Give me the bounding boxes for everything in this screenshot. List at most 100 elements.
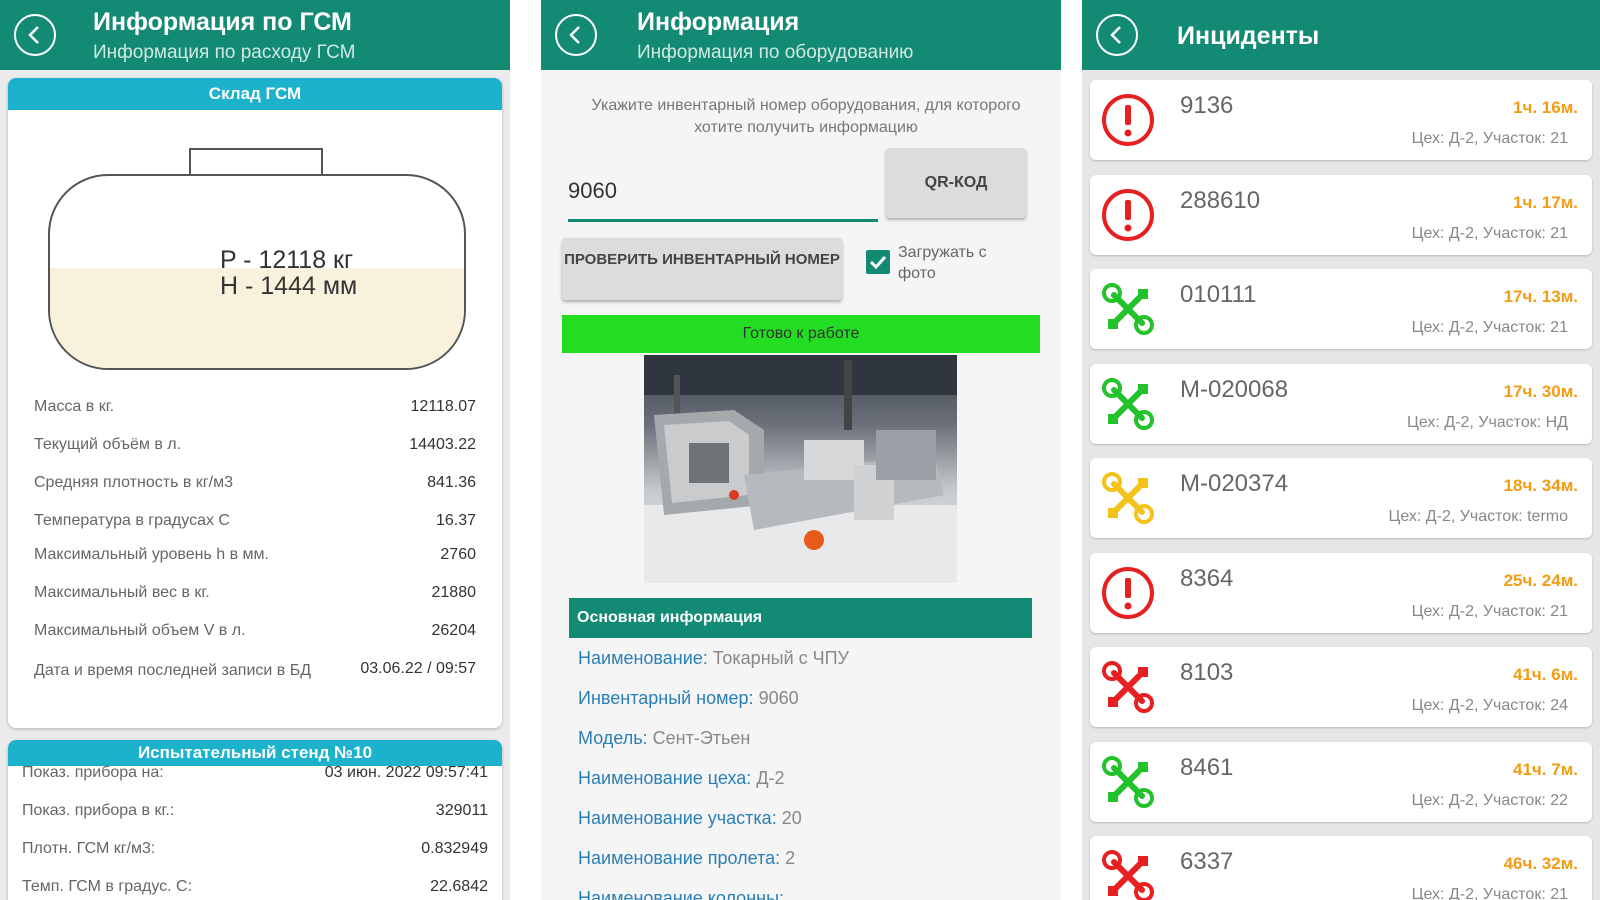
incident-time: 17ч. 30м. bbox=[1503, 381, 1578, 401]
tools-icon bbox=[1102, 661, 1154, 713]
stand-header: Испытательный стенд №10 bbox=[8, 740, 502, 766]
incident-number: 010111 bbox=[1180, 281, 1257, 308]
incident-location: Цех: Д-2, Участок: 21 bbox=[1411, 886, 1568, 900]
row-value: 0.832949 bbox=[421, 840, 488, 857]
row-value: 03.06.22 / 09:57 bbox=[360, 660, 476, 677]
info-row: Наименование пролета: 2 bbox=[578, 848, 795, 869]
incident-card[interactable]: 288610 1ч. 17м. Цех: Д-2, Участок: 21 bbox=[1090, 174, 1592, 255]
info-row: Наименование колонны: bbox=[578, 888, 784, 900]
check-inventory-button[interactable]: ПРОВЕРИТЬ ИНВЕНТАРНЫЙ НОМЕР bbox=[562, 238, 842, 300]
tools-icon bbox=[1102, 283, 1154, 335]
page-title: Информация bbox=[637, 8, 800, 36]
incident-number: М-020374 bbox=[1180, 470, 1289, 497]
row-value: 2760 bbox=[440, 546, 476, 563]
incident-card[interactable]: 8103 41ч. 6м. Цех: Д-2, Участок: 24 bbox=[1090, 647, 1592, 727]
incident-time: 1ч. 17м. bbox=[1513, 192, 1578, 212]
equipment-screen: Информация Информация по оборудованию Ук… bbox=[541, 0, 1061, 900]
incident-card[interactable]: 8364 25ч. 24м. Цех: Д-2, Участок: 21 bbox=[1090, 552, 1592, 633]
row-value: 12118.07 bbox=[410, 398, 476, 415]
incident-time: 41ч. 7м. bbox=[1513, 759, 1578, 779]
info-key: Наименование: bbox=[578, 648, 708, 668]
info-row: Инвентарный номер: 9060 bbox=[578, 688, 799, 709]
storage-header: Склад ГСМ bbox=[8, 78, 502, 110]
info-key: Наименование пролета: bbox=[578, 848, 781, 868]
incident-location: Цех: Д-2, Участок: 24 bbox=[1411, 697, 1568, 714]
row-value: 16.37 bbox=[435, 512, 476, 529]
page-title: Информация по ГСМ bbox=[93, 8, 352, 36]
tools-icon bbox=[1102, 755, 1154, 808]
qr-code-button[interactable]: QR-КОД bbox=[886, 148, 1026, 218]
incident-card[interactable]: 9136 1ч. 16м. Цех: Д-2, Участок: 21 bbox=[1090, 80, 1592, 160]
incident-location: Цех: Д-2, Участок: 21 bbox=[1411, 224, 1568, 242]
incident-card[interactable]: 8461 41ч. 7м. Цех: Д-2, Участок: 22 bbox=[1090, 741, 1592, 822]
incident-number: 8103 bbox=[1180, 659, 1234, 686]
storage-card: Склад ГСМ P - 12118 кг H - 1444 мм Масса… bbox=[8, 78, 502, 728]
incident-time: 25ч. 24м. bbox=[1503, 570, 1578, 590]
chevron-left-icon bbox=[28, 26, 39, 44]
tools-icon bbox=[1102, 850, 1154, 900]
info-key: Модель: bbox=[578, 728, 648, 748]
incident-location: Цех: Д-2, Участок: 21 bbox=[1411, 319, 1568, 336]
row-label: Средняя плотность в кг/м3 bbox=[34, 474, 233, 491]
row-value: 21880 bbox=[431, 584, 477, 601]
alert-icon bbox=[1102, 188, 1154, 241]
photo-checkbox-label: Загружать с фото bbox=[898, 244, 987, 282]
info-header: Основная информация bbox=[569, 598, 1032, 638]
incident-number: 8364 bbox=[1180, 564, 1234, 592]
incident-location: Цех: Д-2, Участок: НД bbox=[1407, 413, 1568, 431]
page-title: Инциденты bbox=[1177, 22, 1320, 50]
info-value: Токарный с ЧПУ bbox=[712, 648, 849, 668]
info-row: Модель: Сент-Этьен bbox=[578, 728, 750, 749]
page-subtitle: Информация по оборудованию bbox=[637, 42, 914, 63]
tank-neck bbox=[189, 148, 323, 176]
row-label: Темп. ГСМ в градус. С: bbox=[22, 878, 193, 895]
chevron-left-icon bbox=[1110, 26, 1121, 44]
row-value: 22.6842 bbox=[430, 878, 488, 895]
row-label: Показ. прибора в кг.: bbox=[22, 802, 175, 819]
row-label: Плотн. ГСМ кг/м3: bbox=[22, 840, 156, 857]
incident-card[interactable]: 6337 46ч. 32м. Цех: Д-2, Участок: 21 bbox=[1090, 836, 1592, 900]
tank-level: H - 1444 мм bbox=[220, 272, 358, 300]
app-bar: Инциденты bbox=[1082, 0, 1600, 70]
row-label: Дата и время последней записи в БД bbox=[34, 662, 312, 679]
page-subtitle: Информация по расходу ГСМ bbox=[93, 42, 356, 63]
tank-gauge: P - 12118 кг H - 1444 мм bbox=[48, 174, 466, 370]
back-button[interactable] bbox=[555, 14, 597, 56]
row-label: Максимальный вес в кг. bbox=[34, 584, 210, 601]
inventory-input[interactable]: 9060 bbox=[568, 172, 878, 222]
info-row: Наименование цеха: Д-2 bbox=[578, 768, 785, 789]
back-button[interactable] bbox=[1096, 14, 1138, 56]
info-value: 20 bbox=[781, 808, 802, 828]
equipment-photo bbox=[644, 355, 957, 583]
photo-checkbox[interactable] bbox=[866, 250, 890, 274]
hint-text: Укажите инвентарный номер оборудования, … bbox=[591, 97, 1021, 136]
incident-location: Цех: Д-2, Участок: 22 bbox=[1411, 791, 1568, 809]
row-value: 03 июн. 2022 09:57:41 bbox=[324, 764, 488, 781]
info-key: Наименование колонны: bbox=[578, 888, 785, 900]
incident-number: 288610 bbox=[1180, 186, 1261, 214]
incident-card[interactable]: М-020068 17ч. 30м. Цех: Д-2, Участок: НД bbox=[1090, 363, 1592, 444]
incident-location: Цех: Д-2, Участок: 21 bbox=[1411, 130, 1568, 147]
tank-mass: P - 12118 кг bbox=[220, 246, 354, 274]
incident-number: 6337 bbox=[1180, 848, 1234, 875]
fuel-screen: Информация по ГСМ Информация по расходу … bbox=[0, 0, 510, 900]
info-key: Наименование участка: bbox=[578, 808, 777, 828]
row-value: 26204 bbox=[431, 622, 477, 639]
info-key: Наименование цеха: bbox=[578, 768, 752, 788]
info-row: Наименование: Токарный с ЧПУ bbox=[578, 648, 849, 669]
incidents-screen: Инциденты 9136 1ч. 16м. Цех: Д-2, Участок:… bbox=[1082, 0, 1600, 900]
app-bar: Информация по ГСМ Информация по расходу … bbox=[0, 0, 510, 70]
row-label: Текущий объём в л. bbox=[34, 436, 182, 453]
incident-card[interactable]: 010111 17ч. 13м. Цех: Д-2, Участок: 21 bbox=[1090, 269, 1592, 349]
checkmark-icon bbox=[869, 255, 887, 270]
back-button[interactable] bbox=[14, 14, 56, 56]
incident-number: М-020068 bbox=[1180, 375, 1289, 403]
incident-number: 9136 bbox=[1180, 92, 1234, 119]
app-bar: Информация Информация по оборудованию bbox=[541, 0, 1061, 70]
row-value: 329011 bbox=[435, 802, 488, 819]
incident-card[interactable]: М-020374 18ч. 34м. Цех: Д-2, Участок: term… bbox=[1090, 458, 1592, 538]
alert-icon bbox=[1102, 94, 1154, 146]
stand-card: Испытательный стенд №10 Показ. прибора н… bbox=[8, 740, 502, 900]
info-row: Наименование участка: 20 bbox=[578, 808, 802, 829]
row-label: Максимальный уровень h в мм. bbox=[34, 546, 269, 563]
